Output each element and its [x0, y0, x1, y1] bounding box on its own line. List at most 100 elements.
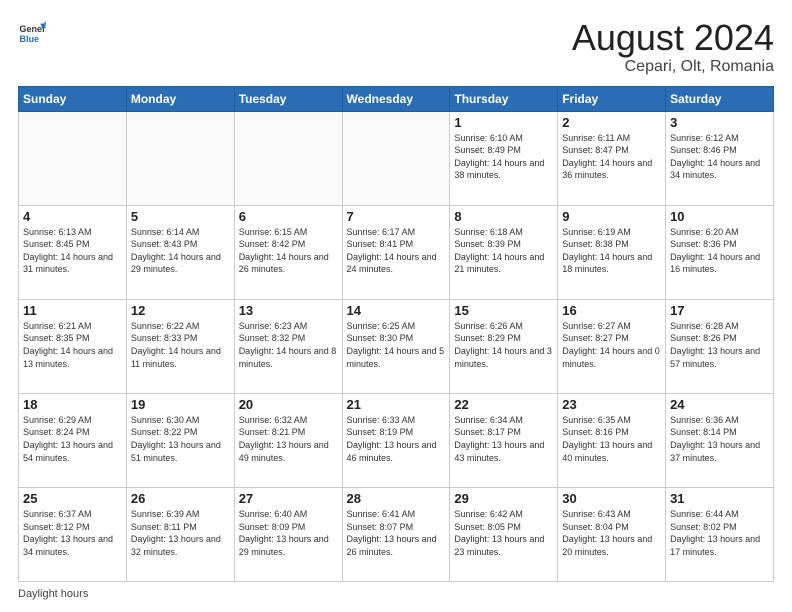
calendar-cell: 19Sunrise: 6:30 AM Sunset: 8:22 PM Dayli… [126, 393, 234, 487]
day-info: Sunrise: 6:21 AM Sunset: 8:35 PM Dayligh… [23, 320, 122, 370]
calendar-week-1: 1 Sunrise: 6:10 AM Sunset: 8:49 PM Daylig… [19, 111, 774, 205]
day-info: Sunrise: 6:17 AM Sunset: 8:41 PM Dayligh… [347, 226, 446, 276]
day-number: 11 [23, 303, 122, 318]
calendar-cell: 27Sunrise: 6:40 AM Sunset: 8:09 PM Dayli… [234, 487, 342, 581]
calendar-cell: 25 Sunrise: 6:37 AM Sunset: 8:12 PM Dayli… [19, 487, 127, 581]
day-info: Sunrise: 6:12 AM Sunset: 8:46 PM Dayligh… [670, 132, 769, 182]
page: General Blue August 2024 Cepari, Olt, Ro… [0, 0, 792, 612]
day-info: Sunrise: 6:28 AM Sunset: 8:26 PM Dayligh… [670, 320, 769, 370]
day-number: 14 [347, 303, 446, 318]
day-info: Sunrise: 6:42 AM Sunset: 8:05 PM Dayligh… [454, 508, 553, 558]
day-info: Sunrise: 6:35 AM Sunset: 8:16 PM Dayligh… [562, 414, 661, 464]
calendar-week-2: 4 Sunrise: 6:13 AM Sunset: 8:45 PM Daylig… [19, 205, 774, 299]
day-info: Sunrise: 6:26 AM Sunset: 8:29 PM Dayligh… [454, 320, 553, 370]
calendar-cell: 14 Sunrise: 6:25 AM Sunset: 8:30 PM Dayli… [342, 299, 450, 393]
calendar-cell: 1 Sunrise: 6:10 AM Sunset: 8:49 PM Daylig… [450, 111, 558, 205]
calendar-cell [19, 111, 127, 205]
calendar-cell: 29 Sunrise: 6:42 AM Sunset: 8:05 PM Dayli… [450, 487, 558, 581]
calendar-header-friday: Friday [558, 86, 666, 111]
day-info: Sunrise: 6:34 AM Sunset: 8:17 PM Dayligh… [454, 414, 553, 464]
day-number: 30 [562, 491, 661, 506]
calendar-header-sunday: Sunday [19, 86, 127, 111]
day-info: Sunrise: 6:13 AM Sunset: 8:45 PM Dayligh… [23, 226, 122, 276]
calendar-cell [126, 111, 234, 205]
calendar-week-3: 11 Sunrise: 6:21 AM Sunset: 8:35 PM Dayli… [19, 299, 774, 393]
calendar-cell: 11 Sunrise: 6:21 AM Sunset: 8:35 PM Dayli… [19, 299, 127, 393]
calendar-cell: 7 Sunrise: 6:17 AM Sunset: 8:41 PM Daylig… [342, 205, 450, 299]
logo: General Blue [18, 18, 46, 46]
day-number: 6 [239, 209, 338, 224]
calendar-cell: 21Sunrise: 6:33 AM Sunset: 8:19 PM Dayli… [342, 393, 450, 487]
day-number: 4 [23, 209, 122, 224]
calendar-cell: 15 Sunrise: 6:26 AM Sunset: 8:29 PM Dayli… [450, 299, 558, 393]
day-info: Sunrise: 6:19 AM Sunset: 8:38 PM Dayligh… [562, 226, 661, 276]
day-info: Sunrise: 6:23 AM Sunset: 8:32 PM Dayligh… [239, 320, 338, 370]
day-info: Sunrise: 6:32 AM Sunset: 8:21 PM Dayligh… [239, 414, 338, 464]
day-number: 3 [670, 115, 769, 130]
day-number: 26 [131, 491, 230, 506]
calendar-cell: 2Sunrise: 6:11 AM Sunset: 8:47 PM Daylig… [558, 111, 666, 205]
day-info: Sunrise: 6:20 AM Sunset: 8:36 PM Dayligh… [670, 226, 769, 276]
svg-text:Blue: Blue [19, 34, 39, 44]
calendar-header-monday: Monday [126, 86, 234, 111]
calendar-header-thursday: Thursday [450, 86, 558, 111]
day-number: 9 [562, 209, 661, 224]
calendar-cell: 3 Sunrise: 6:12 AM Sunset: 8:46 PM Daylig… [666, 111, 774, 205]
calendar-table: SundayMondayTuesdayWednesdayThursdayFrid… [18, 86, 774, 582]
calendar-week-5: 25 Sunrise: 6:37 AM Sunset: 8:12 PM Dayli… [19, 487, 774, 581]
day-number: 2 [562, 115, 661, 130]
header: General Blue August 2024 Cepari, Olt, Ro… [18, 18, 774, 76]
calendar-cell [234, 111, 342, 205]
day-number: 29 [454, 491, 553, 506]
calendar-header-wednesday: Wednesday [342, 86, 450, 111]
day-number: 31 [670, 491, 769, 506]
day-number: 25 [23, 491, 122, 506]
calendar-cell: 17 Sunrise: 6:28 AM Sunset: 8:26 PM Dayli… [666, 299, 774, 393]
calendar-cell: 10 Sunrise: 6:20 AM Sunset: 8:36 PM Dayli… [666, 205, 774, 299]
day-number: 16 [562, 303, 661, 318]
calendar-cell: 28Sunrise: 6:41 AM Sunset: 8:07 PM Dayli… [342, 487, 450, 581]
day-info: Sunrise: 6:36 AM Sunset: 8:14 PM Dayligh… [670, 414, 769, 464]
day-number: 17 [670, 303, 769, 318]
calendar-header-saturday: Saturday [666, 86, 774, 111]
day-info: Sunrise: 6:14 AM Sunset: 8:43 PM Dayligh… [131, 226, 230, 276]
day-number: 1 [454, 115, 553, 130]
day-number: 7 [347, 209, 446, 224]
day-info: Sunrise: 6:33 AM Sunset: 8:19 PM Dayligh… [347, 414, 446, 464]
calendar-week-4: 18 Sunrise: 6:29 AM Sunset: 8:24 PM Dayli… [19, 393, 774, 487]
day-info: Sunrise: 6:44 AM Sunset: 8:02 PM Dayligh… [670, 508, 769, 558]
day-number: 20 [239, 397, 338, 412]
day-number: 27 [239, 491, 338, 506]
day-info: Sunrise: 6:29 AM Sunset: 8:24 PM Dayligh… [23, 414, 122, 464]
main-title: August 2024 [572, 18, 774, 58]
day-number: 5 [131, 209, 230, 224]
day-number: 8 [454, 209, 553, 224]
day-info: Sunrise: 6:37 AM Sunset: 8:12 PM Dayligh… [23, 508, 122, 558]
calendar-cell: 12Sunrise: 6:22 AM Sunset: 8:33 PM Dayli… [126, 299, 234, 393]
day-info: Sunrise: 6:27 AM Sunset: 8:27 PM Dayligh… [562, 320, 661, 370]
day-info: Sunrise: 6:39 AM Sunset: 8:11 PM Dayligh… [131, 508, 230, 558]
day-number: 23 [562, 397, 661, 412]
day-info: Sunrise: 6:25 AM Sunset: 8:30 PM Dayligh… [347, 320, 446, 370]
calendar-cell: 26 Sunrise: 6:39 AM Sunset: 8:11 PM Dayli… [126, 487, 234, 581]
day-number: 19 [131, 397, 230, 412]
calendar-cell: 5 Sunrise: 6:14 AM Sunset: 8:43 PM Daylig… [126, 205, 234, 299]
calendar-cell: 31 Sunrise: 6:44 AM Sunset: 8:02 PM Dayli… [666, 487, 774, 581]
day-info: Sunrise: 6:10 AM Sunset: 8:49 PM Dayligh… [454, 132, 553, 182]
calendar-cell [342, 111, 450, 205]
day-number: 10 [670, 209, 769, 224]
logo-icon: General Blue [18, 18, 46, 46]
day-number: 18 [23, 397, 122, 412]
day-info: Sunrise: 6:18 AM Sunset: 8:39 PM Dayligh… [454, 226, 553, 276]
calendar-cell: 30 Sunrise: 6:43 AM Sunset: 8:04 PM Dayli… [558, 487, 666, 581]
day-number: 15 [454, 303, 553, 318]
calendar-cell: 16 Sunrise: 6:27 AM Sunset: 8:27 PM Dayli… [558, 299, 666, 393]
day-info: Sunrise: 6:15 AM Sunset: 8:42 PM Dayligh… [239, 226, 338, 276]
day-info: Sunrise: 6:43 AM Sunset: 8:04 PM Dayligh… [562, 508, 661, 558]
calendar-cell: 6 Sunrise: 6:15 AM Sunset: 8:42 PM Daylig… [234, 205, 342, 299]
footer-note: Daylight hours [18, 588, 774, 600]
calendar-cell: 8 Sunrise: 6:18 AM Sunset: 8:39 PM Daylig… [450, 205, 558, 299]
calendar-cell: 4 Sunrise: 6:13 AM Sunset: 8:45 PM Daylig… [19, 205, 127, 299]
day-number: 12 [131, 303, 230, 318]
day-number: 28 [347, 491, 446, 506]
